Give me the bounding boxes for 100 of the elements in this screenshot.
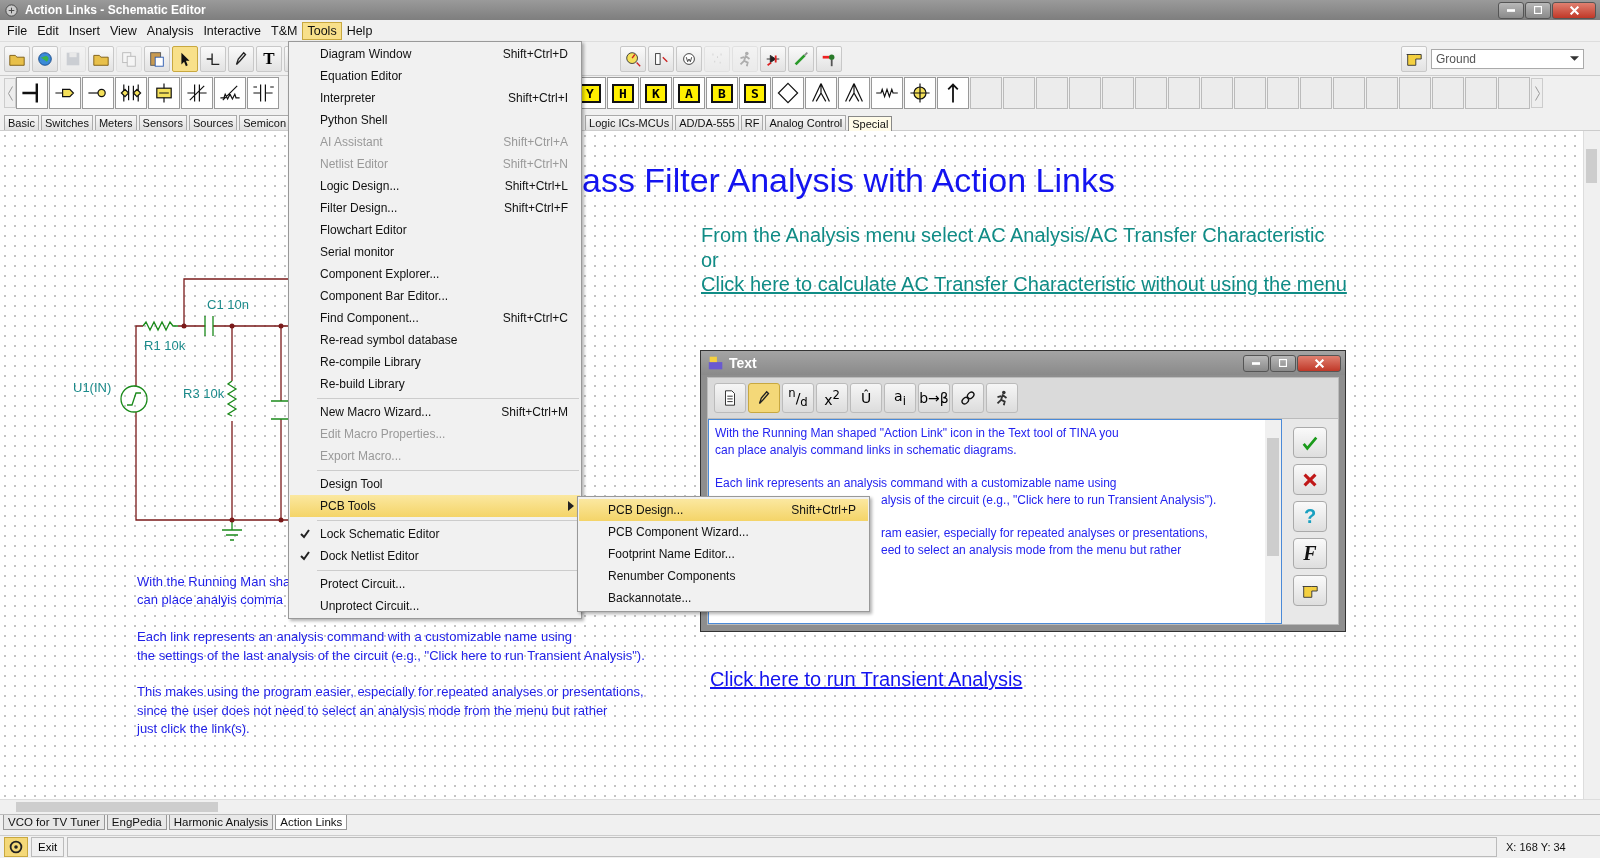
menu-item[interactable]: File bbox=[2, 21, 33, 40]
menu-item[interactable]: Unprotect Circuit... bbox=[290, 595, 580, 617]
format-button[interactable] bbox=[986, 383, 1018, 413]
menu-item[interactable]: Component Explorer... bbox=[290, 263, 580, 285]
component-tab[interactable]: Analog Control bbox=[765, 115, 847, 130]
side-button[interactable] bbox=[1293, 464, 1327, 495]
component-tab[interactable]: AD/DA-555 bbox=[675, 115, 739, 130]
horizontal-scrollbar[interactable] bbox=[0, 799, 1600, 814]
toolbar-button[interactable]: T bbox=[256, 45, 282, 72]
document-tab[interactable]: Action Links bbox=[275, 815, 348, 830]
minimize-button[interactable] bbox=[1243, 354, 1269, 372]
menu-item[interactable]: Re-read symbol database bbox=[290, 329, 580, 351]
component-tab[interactable]: Logic ICs-MCUs bbox=[585, 115, 674, 130]
format-button[interactable]: a$_{i}$ bbox=[884, 383, 916, 413]
status-tool-button[interactable] bbox=[4, 837, 28, 857]
format-button[interactable]: Û bbox=[850, 383, 882, 413]
menu-item[interactable]: PCB Tools bbox=[290, 495, 580, 517]
component-tab[interactable]: Basic bbox=[4, 115, 39, 130]
format-button[interactable]: $^{n}$/$_{d}$ bbox=[782, 383, 814, 413]
close-button[interactable] bbox=[1297, 354, 1341, 372]
format-button[interactable]: b→β bbox=[918, 383, 950, 413]
ground-dropdown[interactable]: Ground bbox=[1431, 48, 1584, 69]
menu-item[interactable]: View bbox=[104, 21, 142, 40]
menu-item[interactable]: Lock Schematic Editor bbox=[290, 523, 580, 545]
component-button[interactable] bbox=[247, 77, 279, 109]
menu-item[interactable]: Serial monitor bbox=[290, 241, 580, 263]
menu-item[interactable]: Re-build Library bbox=[290, 373, 580, 395]
menu-item[interactable]: PCB Design... Shift+Ctrl+P bbox=[579, 499, 868, 521]
menu-item[interactable]: Dock Netlist Editor bbox=[290, 545, 580, 567]
component-button[interactable]: K bbox=[640, 77, 672, 109]
menu-item[interactable]: Edit bbox=[32, 21, 64, 40]
minimize-button[interactable] bbox=[1498, 1, 1524, 19]
component-button[interactable] bbox=[148, 77, 180, 109]
exit-button[interactable]: Exit bbox=[31, 837, 65, 857]
menu-item[interactable]: Renumber Components bbox=[579, 565, 868, 587]
component-tab[interactable]: Switches bbox=[40, 115, 93, 130]
side-button[interactable]: F bbox=[1293, 538, 1327, 569]
toolbar-button[interactable] bbox=[228, 45, 254, 72]
component-button[interactable] bbox=[904, 77, 936, 109]
component-tab[interactable]: Semicon bbox=[239, 115, 291, 130]
component-button[interactable] bbox=[49, 77, 81, 109]
menu-item[interactable]: Re-compile Library bbox=[290, 351, 580, 373]
component-button[interactable] bbox=[214, 77, 246, 109]
menu-item[interactable]: PCB Component Wizard... bbox=[579, 521, 868, 543]
side-button[interactable] bbox=[1293, 427, 1327, 458]
menu-item[interactable]: New Macro Wizard... Shift+Ctrl+M bbox=[290, 401, 580, 423]
toolbar-button[interactable] bbox=[760, 45, 786, 72]
close-button[interactable] bbox=[1552, 1, 1596, 19]
document-tab[interactable]: Harmonic Analysis bbox=[168, 815, 274, 830]
component-button[interactable] bbox=[838, 77, 870, 109]
document-tab[interactable]: VCO for TV Tuner bbox=[3, 815, 105, 830]
component-tab[interactable]: RF bbox=[740, 115, 764, 130]
format-button[interactable] bbox=[952, 383, 984, 413]
ground-tool-button[interactable] bbox=[1401, 45, 1427, 72]
menu-item[interactable]: Design Tool bbox=[290, 473, 580, 495]
vertical-scrollbar[interactable] bbox=[1583, 131, 1600, 799]
component-button[interactable] bbox=[937, 77, 969, 109]
menu-item[interactable]: Analysis bbox=[141, 21, 199, 40]
menu-item[interactable]: Footprint Name Editor... bbox=[579, 543, 868, 565]
component-tab[interactable]: Sensors bbox=[138, 115, 187, 130]
component-button[interactable]: H bbox=[607, 77, 639, 109]
component-button[interactable]: S bbox=[739, 77, 771, 109]
menu-item[interactable]: Diagram Window Shift+Ctrl+D bbox=[290, 43, 580, 65]
component-button[interactable] bbox=[82, 77, 114, 109]
component-button[interactable]: A bbox=[673, 77, 705, 109]
component-button[interactable] bbox=[181, 77, 213, 109]
menu-item[interactable]: Insert bbox=[63, 21, 105, 40]
format-button[interactable]: x$^{2}$ bbox=[816, 383, 848, 413]
menu-item[interactable]: Find Component... Shift+Ctrl+C bbox=[290, 307, 580, 329]
menu-item[interactable]: Protect Circuit... bbox=[290, 573, 580, 595]
menu-item[interactable]: Logic Design... Shift+Ctrl+L bbox=[290, 175, 580, 197]
format-button[interactable] bbox=[748, 383, 780, 413]
component-tab[interactable]: Meters bbox=[94, 115, 137, 130]
menu-item[interactable]: Tools bbox=[302, 21, 342, 40]
component-button[interactable]: B bbox=[706, 77, 738, 109]
toolbar-button[interactable] bbox=[648, 45, 674, 72]
component-button[interactable] bbox=[871, 77, 903, 109]
vertical-scrollbar[interactable] bbox=[1265, 420, 1281, 623]
maximize-button[interactable] bbox=[1270, 354, 1296, 372]
component-tab[interactable]: Sources bbox=[188, 115, 238, 130]
menu-item[interactable]: T&M bbox=[266, 21, 303, 40]
menu-item[interactable]: Backannotate... bbox=[579, 587, 868, 609]
component-button[interactable] bbox=[16, 77, 48, 109]
ac-analysis-link[interactable]: Click here to calculate AC Transfer Characteristic without using the menu bbox=[701, 272, 1347, 297]
menu-item[interactable]: Component Bar Editor... bbox=[290, 285, 580, 307]
component-tab[interactable]: Special bbox=[848, 116, 893, 131]
side-button[interactable] bbox=[1293, 575, 1327, 606]
component-button[interactable] bbox=[115, 77, 147, 109]
toolbar-button[interactable] bbox=[200, 45, 226, 72]
toolbar-button[interactable] bbox=[172, 45, 198, 72]
maximize-button[interactable] bbox=[1525, 1, 1551, 19]
menu-item[interactable]: Interactive bbox=[198, 21, 267, 40]
document-tab[interactable]: EngPedia bbox=[106, 815, 167, 830]
menu-item[interactable]: Filter Design... Shift+Ctrl+F bbox=[290, 197, 580, 219]
menu-item[interactable]: Flowchart Editor bbox=[290, 219, 580, 241]
component-button[interactable] bbox=[772, 77, 804, 109]
menu-item[interactable]: Python Shell bbox=[290, 109, 580, 131]
transient-analysis-link[interactable]: Click here to run Transient Analysis bbox=[710, 668, 1023, 691]
menu-item[interactable]: Help bbox=[341, 21, 378, 40]
format-button[interactable] bbox=[714, 383, 746, 413]
